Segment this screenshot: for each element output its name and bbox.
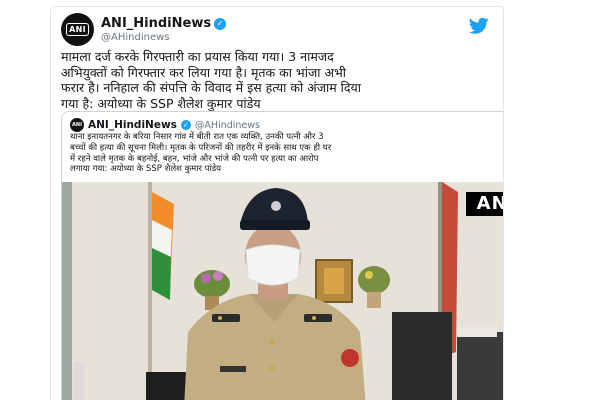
tweet-header: ANI ANI_HindiNews ✓ @AHindinews xyxy=(61,13,497,47)
avatar[interactable]: ANI xyxy=(61,13,94,46)
quoted-display-name[interactable]: ANI_HindiNews xyxy=(88,119,177,131)
quoted-tweet[interactable]: ANI ANI_HindiNews ✓ @AHindinews थाना इना… xyxy=(61,111,503,400)
display-name[interactable]: ANI_HindiNews xyxy=(101,16,211,31)
quoted-user-handle[interactable]: @AHindinews xyxy=(195,120,260,131)
quoted-verified-badge-icon: ✓ xyxy=(180,120,191,130)
user-handle[interactable]: @AHindinews xyxy=(101,32,169,43)
tweet-text: मामला दर्ज करके गिरफ्तारी का प्रयास किया… xyxy=(61,49,362,111)
tweet-card[interactable]: ANI ANI_HindiNews ✓ @AHindinews मामला दर… xyxy=(50,6,504,400)
quoted-tweet-header: ANI ANI_HindiNews ✓ @AHindinews xyxy=(70,117,260,133)
quoted-avatar[interactable]: ANI xyxy=(70,118,84,132)
avatar-logo-text: ANI xyxy=(66,23,89,36)
media-illustration xyxy=(62,182,503,400)
name-row: ANI_HindiNews ✓ xyxy=(101,16,227,31)
twitter-bird-icon[interactable] xyxy=(469,17,489,35)
video-frame-police-officer[interactable]: ANI xyxy=(62,182,503,400)
verified-badge-icon: ✓ xyxy=(214,17,227,30)
quoted-tweet-text: थाना इनायतनगर के बरिया निसार गांव में बी… xyxy=(70,132,332,175)
quoted-avatar-logo-text: ANI xyxy=(72,122,82,128)
ani-watermark: ANI xyxy=(466,192,503,216)
